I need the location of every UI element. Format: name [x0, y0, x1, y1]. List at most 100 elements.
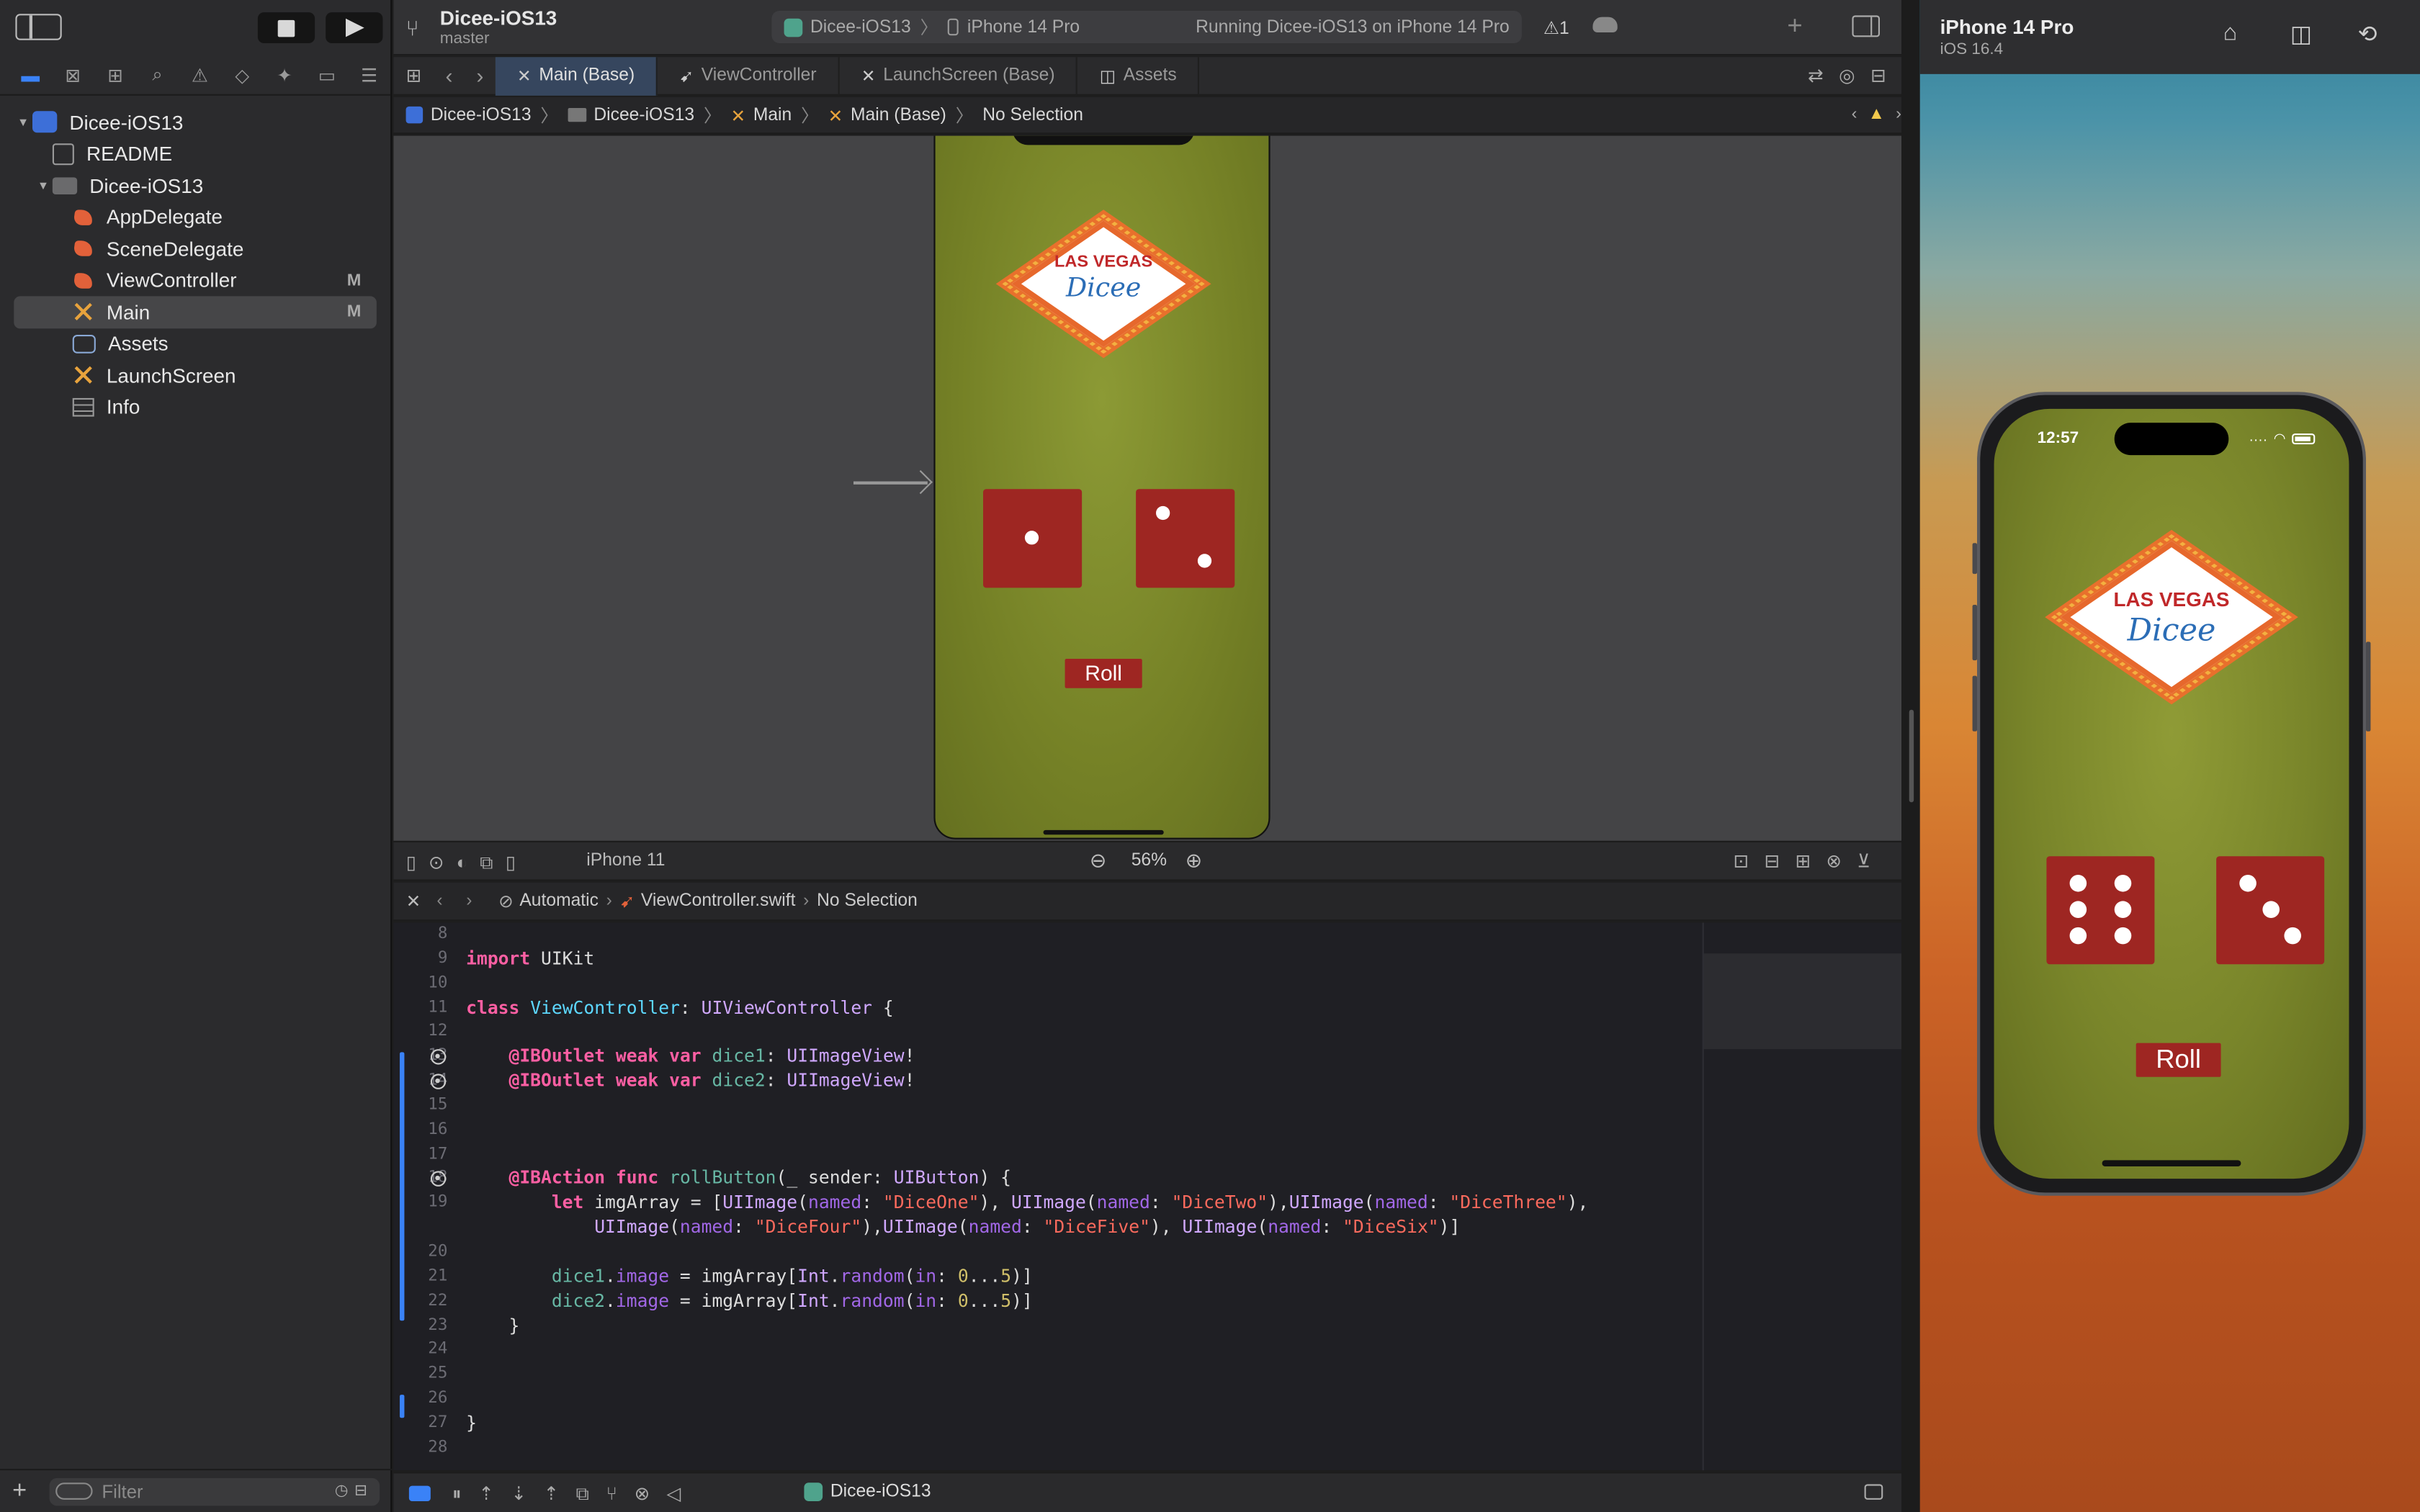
- inspector-toggle-icon[interactable]: [1852, 15, 1880, 37]
- home-icon[interactable]: ⌂: [2215, 20, 2246, 51]
- code-line[interactable]: 12: [393, 1020, 1702, 1045]
- back-arrow-icon[interactable]: ‹: [434, 63, 465, 88]
- line-number[interactable]: 10: [393, 971, 447, 996]
- sidebar-item-main[interactable]: Main M: [14, 296, 377, 328]
- simulator-screen[interactable]: 12:57 ···· ◠ LAS VEGAS Dicee Roll: [1994, 408, 2349, 1179]
- code-line[interactable]: 20: [393, 1241, 1702, 1265]
- tab-launchscreen-base[interactable]: ✕ LaunchScreen (Base): [840, 56, 1078, 95]
- line-number[interactable]: 9: [393, 947, 448, 971]
- canvas-left-icons[interactable]: ▯⊙◐⧉▯: [406, 852, 528, 875]
- filter-recent-icon[interactable]: ◷⊟: [335, 1482, 374, 1499]
- splitter-handle[interactable]: [1909, 709, 1914, 803]
- device-config[interactable]: iPhone 11: [586, 852, 665, 870]
- code-line[interactable]: 27}: [393, 1411, 1702, 1436]
- jump-item-storyboard[interactable]: ✕ Main: [730, 104, 792, 126]
- code-line[interactable]: 26: [393, 1387, 1702, 1411]
- rotate-icon[interactable]: ⟲: [2352, 20, 2383, 51]
- disclosure-triangle-icon[interactable]: ▾: [34, 177, 53, 194]
- assistant-mode[interactable]: Automatic: [519, 892, 599, 911]
- tab-assets[interactable]: ◫ Assets: [1078, 56, 1200, 95]
- code-line[interactable]: 25: [393, 1363, 1702, 1387]
- zoom-in-icon[interactable]: ⊕: [1186, 849, 1202, 873]
- minimap-viewport[interactable]: [1703, 953, 1904, 1050]
- line-number[interactable]: 26: [393, 1387, 447, 1411]
- report-navigator-icon[interactable]: ☰: [348, 60, 390, 91]
- line-number[interactable]: 15: [393, 1094, 447, 1118]
- symbol-navigator-icon[interactable]: ⊞: [94, 60, 136, 91]
- code-line[interactable]: 22 dice2.image = imgArray[Int.random(in:…: [393, 1290, 1702, 1314]
- code-line[interactable]: 14 @IBOutlet weak var dice2: UIImageView…: [393, 1069, 1702, 1094]
- line-number[interactable]: 12: [393, 1020, 447, 1045]
- code-minimap[interactable]: [1702, 922, 1904, 1471]
- issue-navigator-icon[interactable]: ⚠: [179, 60, 221, 91]
- code-line[interactable]: UIImage(named: "DiceFour"),UIImage(named…: [393, 1216, 1702, 1241]
- library-plus-button[interactable]: +: [1787, 11, 1802, 42]
- window-splitter[interactable]: [1901, 0, 1920, 1512]
- assistant-selection[interactable]: No Selection: [817, 892, 918, 911]
- filter-input[interactable]: Filter ◷⊟: [49, 1477, 380, 1506]
- code-line[interactable]: 10: [393, 971, 1702, 996]
- code-line[interactable]: 24: [393, 1338, 1702, 1363]
- destination-name[interactable]: iPhone 14 Pro: [967, 18, 1080, 37]
- roll-button[interactable]: Roll: [1065, 659, 1142, 688]
- line-number[interactable]: 8: [393, 922, 448, 947]
- line-number[interactable]: 25: [393, 1363, 447, 1387]
- sidebar-item-dicee-ios13[interactable]: ▾ Dicee-iOS13: [14, 170, 377, 202]
- code-line[interactable]: 11 class ViewController: UIViewController…: [393, 996, 1702, 1020]
- screenshot-icon[interactable]: ◫: [2286, 20, 2317, 51]
- dicee-logo[interactable]: LAS VEGAS Dicee: [1002, 214, 1205, 354]
- sidebar-item-readme[interactable]: README: [14, 138, 377, 170]
- debug-navigator-icon[interactable]: ✦: [264, 60, 306, 91]
- add-file-button[interactable]: +: [12, 1477, 37, 1506]
- related-items-icon[interactable]: ⊞: [393, 65, 434, 86]
- line-number[interactable]: 27: [393, 1411, 447, 1436]
- line-number[interactable]: 24: [393, 1338, 447, 1363]
- scheme-selector[interactable]: Dicee-iOS13 〉 iPhone 14 Pro Running Dice…: [771, 11, 1522, 43]
- code-line[interactable]: 15: [393, 1094, 1702, 1118]
- storyboard-scene[interactable]: LAS VEGAS Dicee Roll: [933, 135, 1270, 840]
- sidebar-item-assets[interactable]: Assets: [14, 328, 377, 359]
- filter-options-icon[interactable]: [55, 1482, 93, 1500]
- dice2-image[interactable]: [1136, 489, 1235, 588]
- line-number[interactable]: 17: [393, 1143, 447, 1167]
- source-editor[interactable]: 8 9 import UIKit 10 11 class ViewController: …: [393, 922, 1703, 1471]
- zoom-level[interactable]: 56%: [1131, 852, 1167, 870]
- jump-item-base[interactable]: ✕ Main (Base): [828, 104, 946, 126]
- sidebar-item-dicee-ios13[interactable]: ▾ Dicee-iOS13: [14, 107, 377, 138]
- storyboard-canvas[interactable]: LAS VEGAS Dicee Roll: [393, 135, 1902, 841]
- warning-count[interactable]: ⚠1: [1543, 17, 1569, 39]
- code-line[interactable]: 13 @IBOutlet weak var dice1: UIImageView…: [393, 1045, 1702, 1069]
- connection-indicator-icon[interactable]: [430, 1074, 447, 1089]
- code-line[interactable]: 23 }: [393, 1314, 1702, 1338]
- project-title[interactable]: Dicee-iOS13: [440, 6, 557, 30]
- sidebar-item-viewcontroller[interactable]: ViewController M: [14, 265, 377, 297]
- line-number[interactable]: 19: [393, 1192, 447, 1216]
- line-number[interactable]: 21: [393, 1265, 447, 1290]
- test-navigator-icon[interactable]: ◇: [221, 60, 264, 91]
- nav-arrows[interactable]: ‹ ›: [436, 892, 498, 911]
- jump-item-folder[interactable]: Dicee-iOS13: [567, 106, 694, 125]
- run-button[interactable]: [326, 12, 383, 43]
- jump-item-selection[interactable]: No Selection: [982, 106, 1083, 125]
- sidebar-item-scenedelegate[interactable]: SceneDelegate: [14, 233, 377, 265]
- entry-point-arrow[interactable]: [853, 481, 928, 484]
- sidebar-item-launchscreen[interactable]: LaunchScreen: [14, 359, 377, 391]
- jump-item-project[interactable]: Dicee-iOS13: [405, 106, 532, 125]
- tab-main-base[interactable]: ✕ Main (Base): [495, 56, 658, 95]
- dice1-image[interactable]: [983, 489, 1083, 588]
- find-navigator-icon[interactable]: ⌕: [136, 60, 179, 91]
- line-number[interactable]: 28: [393, 1436, 447, 1460]
- disclosure-triangle-icon[interactable]: ▾: [14, 114, 32, 131]
- issue-navigation[interactable]: ‹ ▲ ›: [1852, 105, 1901, 124]
- tab-viewcontroller[interactable]: ➹ ViewController: [658, 56, 840, 95]
- code-line[interactable]: 19 let imgArray = [UIImage(named: "DiceO…: [393, 1192, 1702, 1216]
- assistant-file[interactable]: ViewController.swift: [641, 892, 796, 911]
- cloud-icon[interactable]: [1592, 17, 1618, 32]
- line-number[interactable]: 16: [393, 1118, 447, 1143]
- debug-controls-icons[interactable]: ⏸⇡⇣⇡⧉⑂⊗◁: [452, 1482, 698, 1506]
- roll-button[interactable]: Roll: [2136, 1043, 2221, 1077]
- line-number[interactable]: 22: [393, 1290, 447, 1314]
- close-icon[interactable]: ✕: [406, 890, 437, 912]
- project-navigator-icon[interactable]: ▬: [9, 60, 52, 91]
- scheme-name[interactable]: Dicee-iOS13: [810, 18, 911, 37]
